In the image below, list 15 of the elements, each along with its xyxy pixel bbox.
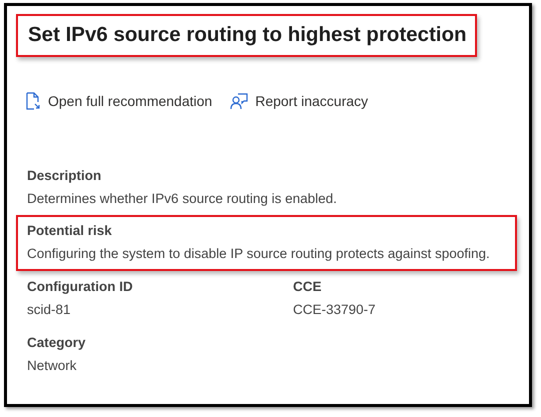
field-value: scid-81 (27, 302, 72, 317)
field-value: Network (27, 358, 78, 373)
field-label: CCE (293, 279, 323, 294)
field-label: Description (27, 168, 102, 183)
panel-title: Set IPv6 source routing to highest protection (28, 23, 467, 47)
field-value: Configuring the system to disable IP source routing protects against spoofing. (27, 246, 491, 261)
person-chat-icon (230, 92, 248, 110)
action-link[interactable]: Open full recommendation (25, 92, 212, 110)
field-label: Potential risk (27, 223, 113, 238)
field-value: CCE-33790-7 (293, 302, 377, 317)
document-icon (25, 92, 41, 110)
field-label: Configuration ID (27, 279, 134, 294)
field-value: Determines whether IPv6 source routing is enabled. (27, 191, 338, 206)
field-label: Category (27, 335, 87, 350)
action-link[interactable]: Report inaccuracy (230, 92, 368, 110)
